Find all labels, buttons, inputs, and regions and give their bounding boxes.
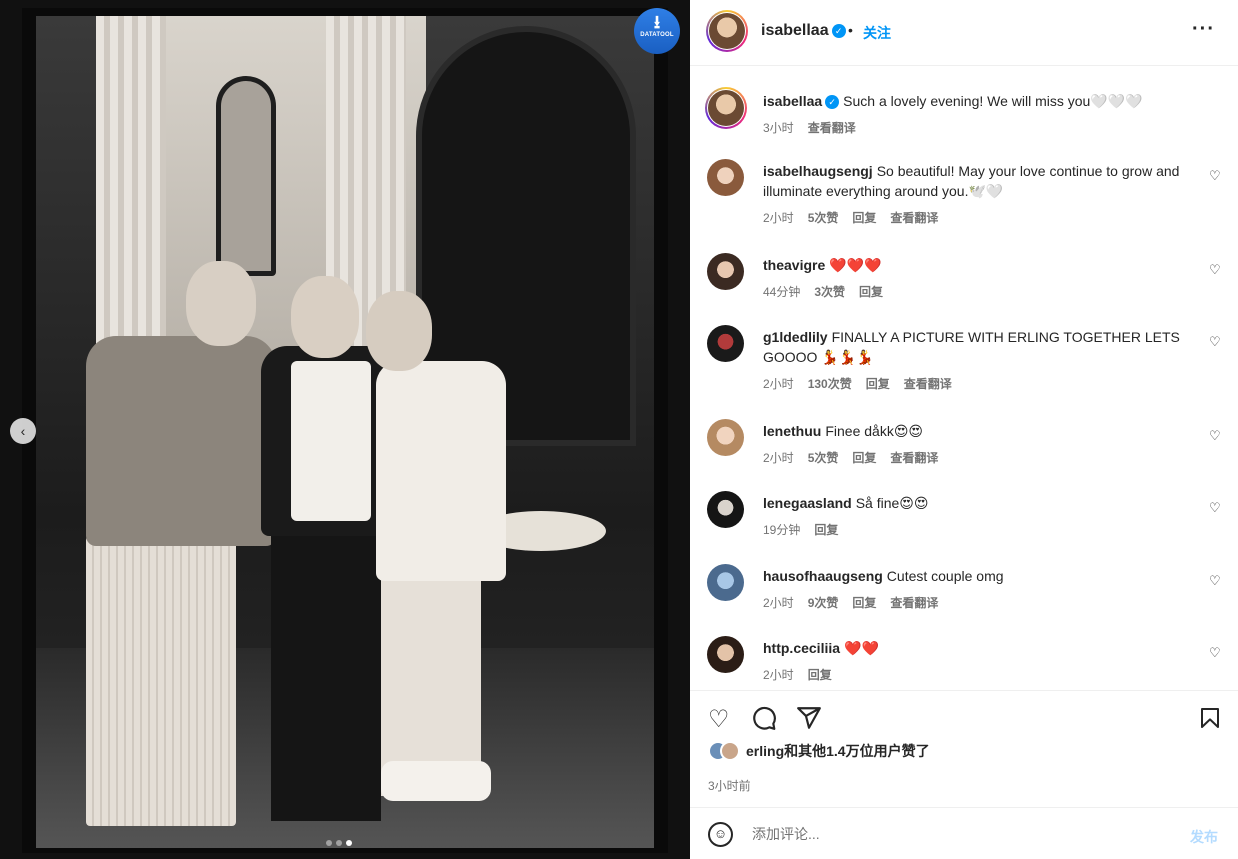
- datatool-label: DATATOOL: [640, 32, 674, 38]
- post-media: ‹ ⭳ DATATOOL: [0, 0, 690, 859]
- comment-time: 2小时: [763, 596, 794, 610]
- header-separator: •: [848, 22, 853, 38]
- reply-button[interactable]: 回复: [866, 375, 890, 392]
- comment-icon[interactable]: [751, 705, 777, 738]
- caption-text: isabellaa ✓ Such a lovely evening! We will…: [763, 93, 1143, 109]
- comment-likes[interactable]: 5次赞: [808, 209, 839, 226]
- carousel-dots: [326, 840, 352, 846]
- comment-text: lenegaasland Så fine😍😍: [763, 495, 929, 511]
- comment-likes[interactable]: 130次赞: [808, 375, 852, 392]
- comment-time: 2小时: [763, 451, 794, 465]
- comment-like-heart-icon[interactable]: ♡: [1209, 573, 1221, 589]
- comment-time: 2小时: [763, 211, 794, 225]
- reply-button[interactable]: 回复: [808, 666, 832, 683]
- comment-like-heart-icon[interactable]: ♡: [1209, 645, 1221, 661]
- comment-username[interactable]: lenegaasland: [763, 495, 852, 511]
- comment-time: 2小时: [763, 668, 794, 682]
- comment-text: http.ceciliia ❤️❤️: [763, 640, 879, 656]
- comment-username[interactable]: hausofhaaugseng: [763, 568, 883, 584]
- see-translation-link[interactable]: 查看翻译: [808, 119, 856, 136]
- comment-meta: 2小时 5次赞 回复 查看翻译: [763, 209, 938, 226]
- avatar[interactable]: [707, 564, 744, 601]
- comment-username[interactable]: lenethuu: [763, 423, 821, 439]
- comment-time: 19分钟: [763, 523, 801, 537]
- post-comment-button[interactable]: 发布: [1190, 827, 1218, 847]
- comment-like-heart-icon[interactable]: ♡: [1209, 168, 1221, 184]
- author-avatar[interactable]: [706, 10, 748, 52]
- datatool-download-button[interactable]: ⭳ DATATOOL: [634, 8, 680, 54]
- comment-like-heart-icon[interactable]: ♡: [1209, 334, 1221, 350]
- likes-count[interactable]: erling和其他1.4万位用户赞了: [746, 741, 930, 761]
- post-photo[interactable]: [36, 16, 654, 848]
- follow-button[interactable]: 关注: [863, 23, 891, 43]
- comment-text: hausofhaaugseng Cutest couple omg: [763, 568, 1004, 584]
- avatar[interactable]: [707, 159, 744, 196]
- reply-button[interactable]: 回复: [852, 594, 876, 611]
- author-username[interactable]: isabellaa ✓: [761, 22, 846, 40]
- bookmark-icon[interactable]: [1198, 705, 1222, 738]
- comment-text: isabelhaugsengj So beautiful! May your lo…: [763, 163, 1180, 199]
- smiley-icon[interactable]: ☺: [708, 822, 733, 847]
- post-header: isabellaa ✓ • 关注 ···: [690, 0, 1238, 66]
- comment-time: 44分钟: [763, 285, 801, 299]
- comment-username[interactable]: isabelhaugsengj: [763, 163, 873, 179]
- comment-time: 2小时: [763, 377, 794, 391]
- comment-meta: 2小时 5次赞 回复 查看翻译: [763, 449, 938, 466]
- avatar[interactable]: [707, 491, 744, 528]
- comment-meta: 44分钟 3次赞 回复: [763, 283, 883, 300]
- comment-meta: 2小时 9次赞 回复 查看翻译: [763, 594, 938, 611]
- carousel-dot: [336, 840, 342, 846]
- see-translation-link[interactable]: 查看翻译: [890, 594, 938, 611]
- comment-meta: 3小时 查看翻译: [763, 119, 856, 136]
- see-translation-link[interactable]: 查看翻译: [890, 449, 938, 466]
- avatar[interactable]: [707, 253, 744, 290]
- send-icon[interactable]: [796, 705, 822, 738]
- see-translation-link[interactable]: 查看翻译: [904, 375, 952, 392]
- reply-button[interactable]: 回复: [859, 283, 883, 300]
- post-side-panel: isabellaa ✓ • 关注 ··· isabellaa ✓ Such a lov…: [690, 0, 1238, 859]
- comment-time: 3小时: [763, 121, 794, 135]
- comment-username[interactable]: g1ldedlily: [763, 329, 828, 345]
- comment-like-heart-icon[interactable]: ♡: [1209, 428, 1221, 444]
- more-options-icon[interactable]: ···: [1192, 18, 1215, 41]
- comment-input[interactable]: [752, 822, 1172, 846]
- chevron-left-icon: ‹: [20, 423, 26, 439]
- likes-summary[interactable]: erling和其他1.4万位用户赞了: [708, 741, 930, 761]
- comment-username[interactable]: isabellaa: [763, 93, 822, 109]
- comment-text: lenethuu Finee dåkk😍😍: [763, 423, 924, 439]
- verified-badge-icon: ✓: [831, 24, 846, 38]
- verified-badge-icon: ✓: [825, 95, 840, 109]
- post-time: 3小时前: [708, 779, 751, 793]
- add-comment-bar: ☺ 发布: [690, 807, 1238, 859]
- post-actions: ♡ erling和其他1.4万位用户赞了 3小时前: [690, 690, 1238, 807]
- avatar[interactable]: [707, 325, 744, 362]
- liker-avatar: [720, 741, 740, 761]
- avatar[interactable]: [705, 87, 747, 129]
- comment-text: theavigre ❤️❤️❤️: [763, 257, 882, 273]
- photo-frame: [22, 8, 668, 853]
- avatar[interactable]: [707, 419, 744, 456]
- comment-likes[interactable]: 3次赞: [814, 283, 845, 300]
- comment-meta: 2小时 130次赞 回复 查看翻译: [763, 375, 952, 392]
- comment-like-heart-icon[interactable]: ♡: [1209, 262, 1221, 278]
- comment-meta: 2小时 回复: [763, 666, 832, 683]
- comment-likes[interactable]: 5次赞: [808, 449, 839, 466]
- comment-meta: 19分钟 回复: [763, 521, 838, 538]
- previous-image-button[interactable]: ‹: [10, 418, 36, 444]
- comment-like-heart-icon[interactable]: ♡: [1209, 500, 1221, 516]
- comment-username[interactable]: http.ceciliia: [763, 640, 840, 656]
- reply-button[interactable]: 回复: [852, 449, 876, 466]
- carousel-dot: [326, 840, 332, 846]
- comment-likes[interactable]: 9次赞: [808, 594, 839, 611]
- heart-icon[interactable]: ♡: [708, 705, 730, 734]
- reply-button[interactable]: 回复: [852, 209, 876, 226]
- comment-text: g1ldedlily FINALLY A PICTURE WITH ERLING …: [763, 329, 1180, 365]
- see-translation-link[interactable]: 查看翻译: [890, 209, 938, 226]
- carousel-dot-active: [346, 840, 352, 846]
- avatar[interactable]: [707, 636, 744, 673]
- comment-username[interactable]: theavigre: [763, 257, 825, 273]
- comments-list[interactable]: isabellaa ✓ Such a lovely evening! We will…: [690, 67, 1238, 690]
- reply-button[interactable]: 回复: [814, 521, 838, 538]
